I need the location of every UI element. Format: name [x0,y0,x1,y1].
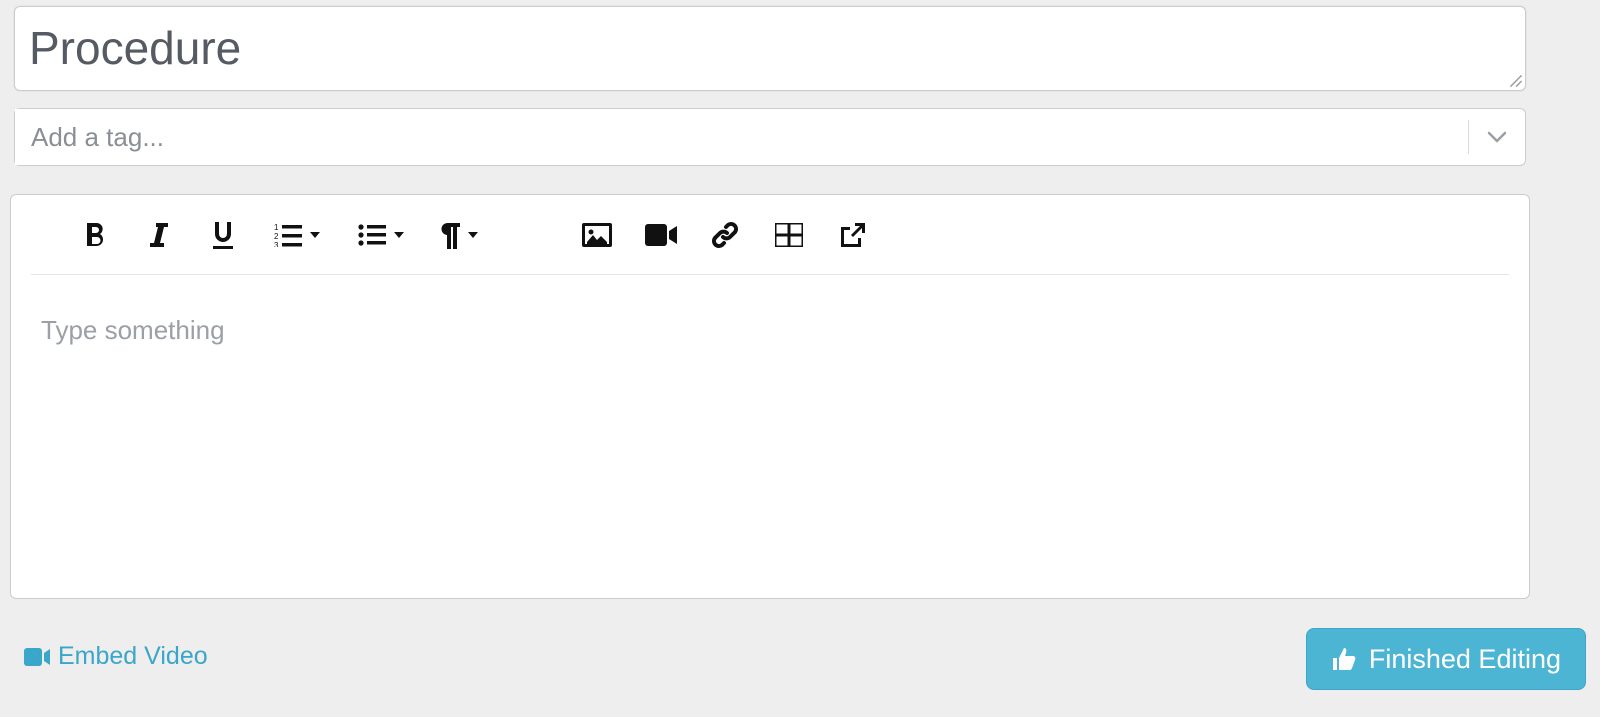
bold-icon [83,221,107,249]
finished-editing-label: Finished Editing [1369,644,1561,675]
underline-icon [211,220,235,250]
insert-link-button[interactable] [693,211,757,259]
svg-text:1: 1 [274,223,279,232]
caret-down-icon [468,232,478,238]
insert-table-button[interactable] [757,211,821,259]
ordered-list-icon: 1 2 3 [274,223,302,247]
ordered-list-button[interactable]: 1 2 3 [255,211,339,259]
caret-down-icon [310,232,320,238]
resize-handle-icon [1509,74,1523,88]
unordered-list-button[interactable] [339,211,423,259]
editor-textarea[interactable]: Type something [11,275,1529,598]
tag-field-container [14,108,1526,166]
insert-image-button[interactable] [565,211,629,259]
underline-button[interactable] [191,211,255,259]
editor-toolbar: 1 2 3 [31,195,1509,275]
embed-video-label: Embed Video [58,642,208,671]
editor-container: 1 2 3 [10,194,1530,599]
title-input[interactable] [29,7,1511,90]
finished-editing-button[interactable]: Finished Editing [1306,628,1586,690]
italic-button[interactable] [127,211,191,259]
table-icon [775,223,803,247]
title-field-container [14,6,1526,91]
paragraph-format-button[interactable] [423,211,493,259]
unordered-list-icon [358,223,386,247]
pilcrow-icon [438,221,460,249]
svg-text:2: 2 [274,232,279,241]
external-open-button[interactable] [821,211,885,259]
image-icon [582,223,612,247]
caret-down-icon [394,232,404,238]
video-icon [645,224,677,246]
italic-icon [148,221,170,249]
svg-text:3: 3 [274,241,279,247]
link-icon [710,220,740,250]
external-link-icon [840,222,866,248]
insert-video-button[interactable] [629,211,693,259]
chevron-down-icon [1487,131,1507,143]
tag-input[interactable] [15,109,1468,165]
video-icon [24,648,50,666]
embed-video-link[interactable]: Embed Video [24,642,208,671]
bold-button[interactable] [63,211,127,259]
tag-dropdown-toggle[interactable] [1469,109,1525,165]
thumbs-up-icon [1331,646,1357,672]
